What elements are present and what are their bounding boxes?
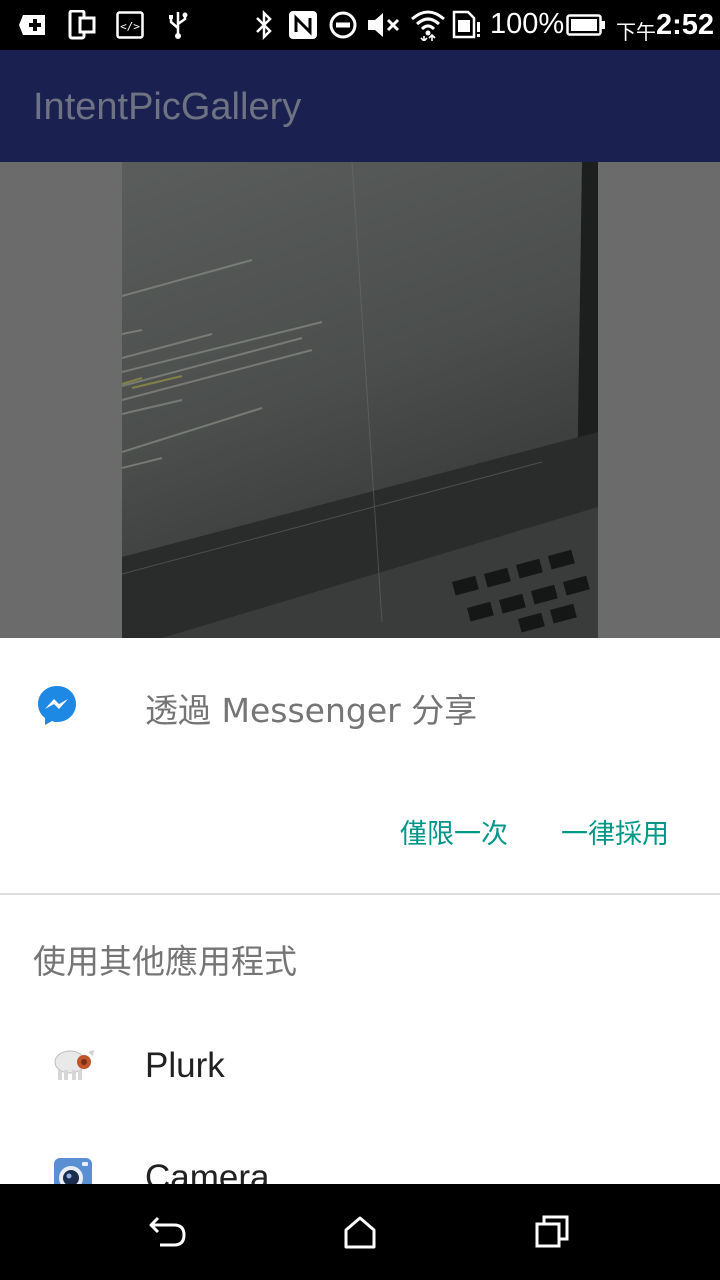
battery-icon bbox=[566, 10, 606, 40]
nav-bar bbox=[0, 1184, 720, 1280]
svg-text:</>: </> bbox=[120, 20, 140, 33]
clock-time: 2:52 bbox=[656, 9, 715, 41]
usb-icon bbox=[164, 10, 192, 40]
app-name-plurk: Plurk bbox=[145, 1046, 225, 1085]
battery-percent: 100% bbox=[490, 8, 565, 40]
app-title: IntentPicGallery bbox=[33, 86, 302, 128]
plurk-icon bbox=[50, 1042, 96, 1088]
mute-icon bbox=[366, 10, 402, 40]
sim-alert-icon bbox=[452, 10, 482, 40]
laptop-code-photo bbox=[122, 162, 598, 638]
app-name-camera: Camera bbox=[145, 1158, 270, 1184]
always-button[interactable]: 一律採用 bbox=[561, 812, 669, 851]
add-box-icon bbox=[18, 10, 50, 40]
app-item-plurk[interactable]: Plurk bbox=[0, 1010, 720, 1120]
screen-mirror-icon bbox=[68, 10, 96, 40]
camera-icon bbox=[50, 1154, 96, 1184]
time-prefix: 下午 bbox=[616, 20, 656, 44]
wifi-icon bbox=[410, 10, 446, 41]
status-bar: </> 100% 下午 2:52 bbox=[0, 0, 720, 50]
other-apps-title: 使用其他應用程式 bbox=[33, 942, 297, 981]
back-icon[interactable] bbox=[138, 1202, 198, 1262]
recents-icon[interactable] bbox=[522, 1202, 582, 1262]
home-icon[interactable] bbox=[330, 1202, 390, 1262]
app-item-camera[interactable]: Camera bbox=[0, 1120, 720, 1184]
code-icon: </> bbox=[116, 10, 144, 40]
divider bbox=[0, 893, 720, 895]
app-bar: IntentPicGallery bbox=[0, 50, 720, 162]
content-scrim[interactable] bbox=[0, 162, 720, 638]
app-chooser-sheet: 透過 Messenger 分享 僅限一次 一律採用 使用其他應用程式 Plurk… bbox=[0, 638, 720, 1184]
do-not-disturb-icon bbox=[328, 10, 358, 40]
just-once-button[interactable]: 僅限一次 bbox=[400, 812, 508, 851]
nfc-icon bbox=[288, 10, 318, 40]
default-app-label: 透過 Messenger 分享 bbox=[145, 691, 478, 730]
bluetooth-icon bbox=[252, 10, 276, 40]
messenger-icon bbox=[36, 684, 78, 726]
default-app-row[interactable]: 透過 Messenger 分享 bbox=[0, 638, 720, 770]
